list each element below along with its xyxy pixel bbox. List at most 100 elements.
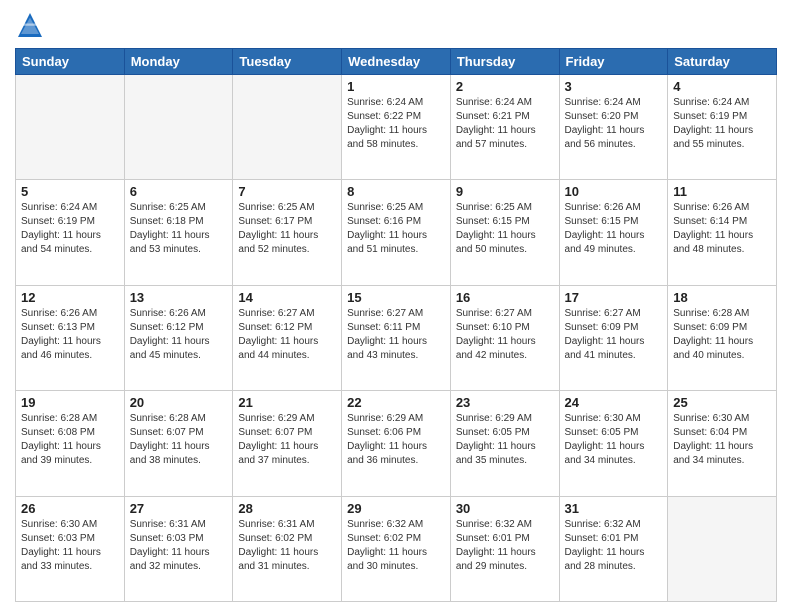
day-number: 22	[347, 395, 445, 410]
logo	[15, 10, 47, 40]
day-number: 8	[347, 184, 445, 199]
day-cell: 4 Sunrise: 6:24 AM Sunset: 6:19 PM Daylig…	[668, 75, 777, 180]
day-number: 14	[238, 290, 336, 305]
week-row-0: 1 Sunrise: 6:24 AM Sunset: 6:22 PM Daylig…	[16, 75, 777, 180]
day-number: 27	[130, 501, 228, 516]
day-cell: 29 Sunrise: 6:32 AM Sunset: 6:02 PM Dayli…	[342, 496, 451, 601]
day-cell: 1 Sunrise: 6:24 AM Sunset: 6:22 PM Daylig…	[342, 75, 451, 180]
day-number: 26	[21, 501, 119, 516]
day-number: 5	[21, 184, 119, 199]
day-cell: 11Sunrise: 6:26 AM Sunset: 6:14 PM Dayli…	[668, 180, 777, 285]
week-row-3: 19 Sunrise: 6:28 AM Sunset: 6:08 PM Dayli…	[16, 391, 777, 496]
day-info: Sunrise: 6:25 AM Sunset: 6:16 PM Dayligh…	[347, 201, 445, 257]
day-info: Sunrise: 6:30 AM Sunset: 6:05 PM Dayligh…	[565, 412, 663, 468]
day-number: 4	[673, 79, 771, 94]
day-header-sunday: Sunday	[16, 49, 125, 75]
day-number: 18	[673, 290, 771, 305]
day-number: 30	[456, 501, 554, 516]
week-row-1: 5 Sunrise: 6:24 AM Sunset: 6:19 PM Daylig…	[16, 180, 777, 285]
day-number: 24	[565, 395, 663, 410]
day-info: Sunrise: 6:24 AM Sunset: 6:19 PM Dayligh…	[673, 96, 771, 152]
day-info: Sunrise: 6:24 AM Sunset: 6:19 PM Dayligh…	[21, 201, 119, 257]
day-cell: 10 Sunrise: 6:26 AM Sunset: 6:15 PM Dayli…	[559, 180, 668, 285]
day-header-saturday: Saturday	[668, 49, 777, 75]
day-cell	[16, 75, 125, 180]
header-row: SundayMondayTuesdayWednesdayThursdayFrid…	[16, 49, 777, 75]
day-info: Sunrise: 6:24 AM Sunset: 6:20 PM Dayligh…	[565, 96, 663, 152]
day-info: Sunrise: 6:25 AM Sunset: 6:15 PM Dayligh…	[456, 201, 554, 257]
day-cell: 17Sunrise: 6:27 AM Sunset: 6:09 PM Dayli…	[559, 285, 668, 390]
day-cell: 31Sunrise: 6:32 AM Sunset: 6:01 PM Dayli…	[559, 496, 668, 601]
day-number: 11	[673, 184, 771, 199]
day-info: Sunrise: 6:30 AM Sunset: 6:04 PM Dayligh…	[673, 412, 771, 468]
day-number: 25	[673, 395, 771, 410]
day-header-thursday: Thursday	[450, 49, 559, 75]
day-cell	[233, 75, 342, 180]
day-cell: 20 Sunrise: 6:28 AM Sunset: 6:07 PM Dayli…	[124, 391, 233, 496]
day-number: 10	[565, 184, 663, 199]
day-cell: 9 Sunrise: 6:25 AM Sunset: 6:15 PM Daylig…	[450, 180, 559, 285]
logo-icon	[15, 10, 45, 40]
day-number: 15	[347, 290, 445, 305]
day-cell: 6Sunrise: 6:25 AM Sunset: 6:18 PM Daylig…	[124, 180, 233, 285]
day-info: Sunrise: 6:27 AM Sunset: 6:09 PM Dayligh…	[565, 307, 663, 363]
day-number: 9	[456, 184, 554, 199]
calendar-table: SundayMondayTuesdayWednesdayThursdayFrid…	[15, 48, 777, 602]
day-info: Sunrise: 6:29 AM Sunset: 6:06 PM Dayligh…	[347, 412, 445, 468]
day-header-monday: Monday	[124, 49, 233, 75]
day-info: Sunrise: 6:25 AM Sunset: 6:17 PM Dayligh…	[238, 201, 336, 257]
day-number: 31	[565, 501, 663, 516]
day-info: Sunrise: 6:26 AM Sunset: 6:13 PM Dayligh…	[21, 307, 119, 363]
day-cell: 15 Sunrise: 6:27 AM Sunset: 6:11 PM Dayli…	[342, 285, 451, 390]
day-cell: 12 Sunrise: 6:26 AM Sunset: 6:13 PM Dayli…	[16, 285, 125, 390]
day-info: Sunrise: 6:29 AM Sunset: 6:07 PM Dayligh…	[238, 412, 336, 468]
day-cell: 28 Sunrise: 6:31 AM Sunset: 6:02 PM Dayli…	[233, 496, 342, 601]
day-number: 7	[238, 184, 336, 199]
day-cell: 8 Sunrise: 6:25 AM Sunset: 6:16 PM Daylig…	[342, 180, 451, 285]
day-info: Sunrise: 6:32 AM Sunset: 6:02 PM Dayligh…	[347, 518, 445, 574]
day-cell	[668, 496, 777, 601]
day-header-tuesday: Tuesday	[233, 49, 342, 75]
day-number: 20	[130, 395, 228, 410]
day-info: Sunrise: 6:28 AM Sunset: 6:09 PM Dayligh…	[673, 307, 771, 363]
day-cell: 16 Sunrise: 6:27 AM Sunset: 6:10 PM Dayli…	[450, 285, 559, 390]
day-info: Sunrise: 6:31 AM Sunset: 6:02 PM Dayligh…	[238, 518, 336, 574]
week-row-2: 12 Sunrise: 6:26 AM Sunset: 6:13 PM Dayli…	[16, 285, 777, 390]
day-number: 21	[238, 395, 336, 410]
day-number: 12	[21, 290, 119, 305]
day-cell: 24 Sunrise: 6:30 AM Sunset: 6:05 PM Dayli…	[559, 391, 668, 496]
day-cell: 19 Sunrise: 6:28 AM Sunset: 6:08 PM Dayli…	[16, 391, 125, 496]
page: SundayMondayTuesdayWednesdayThursdayFrid…	[0, 0, 792, 612]
day-number: 28	[238, 501, 336, 516]
day-cell: 14 Sunrise: 6:27 AM Sunset: 6:12 PM Dayli…	[233, 285, 342, 390]
day-cell: 5 Sunrise: 6:24 AM Sunset: 6:19 PM Daylig…	[16, 180, 125, 285]
day-number: 13	[130, 290, 228, 305]
day-info: Sunrise: 6:24 AM Sunset: 6:21 PM Dayligh…	[456, 96, 554, 152]
day-info: Sunrise: 6:28 AM Sunset: 6:07 PM Dayligh…	[130, 412, 228, 468]
day-cell: 26Sunrise: 6:30 AM Sunset: 6:03 PM Dayli…	[16, 496, 125, 601]
day-number: 3	[565, 79, 663, 94]
day-info: Sunrise: 6:27 AM Sunset: 6:10 PM Dayligh…	[456, 307, 554, 363]
day-cell: 13 Sunrise: 6:26 AM Sunset: 6:12 PM Dayli…	[124, 285, 233, 390]
week-row-4: 26Sunrise: 6:30 AM Sunset: 6:03 PM Dayli…	[16, 496, 777, 601]
day-info: Sunrise: 6:24 AM Sunset: 6:22 PM Dayligh…	[347, 96, 445, 152]
day-info: Sunrise: 6:32 AM Sunset: 6:01 PM Dayligh…	[456, 518, 554, 574]
header	[15, 10, 777, 40]
day-info: Sunrise: 6:26 AM Sunset: 6:15 PM Dayligh…	[565, 201, 663, 257]
day-number: 1	[347, 79, 445, 94]
day-number: 16	[456, 290, 554, 305]
day-info: Sunrise: 6:28 AM Sunset: 6:08 PM Dayligh…	[21, 412, 119, 468]
day-cell: 25 Sunrise: 6:30 AM Sunset: 6:04 PM Dayli…	[668, 391, 777, 496]
day-cell: 22 Sunrise: 6:29 AM Sunset: 6:06 PM Dayli…	[342, 391, 451, 496]
day-info: Sunrise: 6:27 AM Sunset: 6:11 PM Dayligh…	[347, 307, 445, 363]
day-header-friday: Friday	[559, 49, 668, 75]
day-number: 19	[21, 395, 119, 410]
day-number: 2	[456, 79, 554, 94]
day-number: 29	[347, 501, 445, 516]
day-info: Sunrise: 6:26 AM Sunset: 6:12 PM Dayligh…	[130, 307, 228, 363]
day-info: Sunrise: 6:31 AM Sunset: 6:03 PM Dayligh…	[130, 518, 228, 574]
day-cell: 21 Sunrise: 6:29 AM Sunset: 6:07 PM Dayli…	[233, 391, 342, 496]
day-header-wednesday: Wednesday	[342, 49, 451, 75]
day-cell: 18 Sunrise: 6:28 AM Sunset: 6:09 PM Dayli…	[668, 285, 777, 390]
day-info: Sunrise: 6:27 AM Sunset: 6:12 PM Dayligh…	[238, 307, 336, 363]
